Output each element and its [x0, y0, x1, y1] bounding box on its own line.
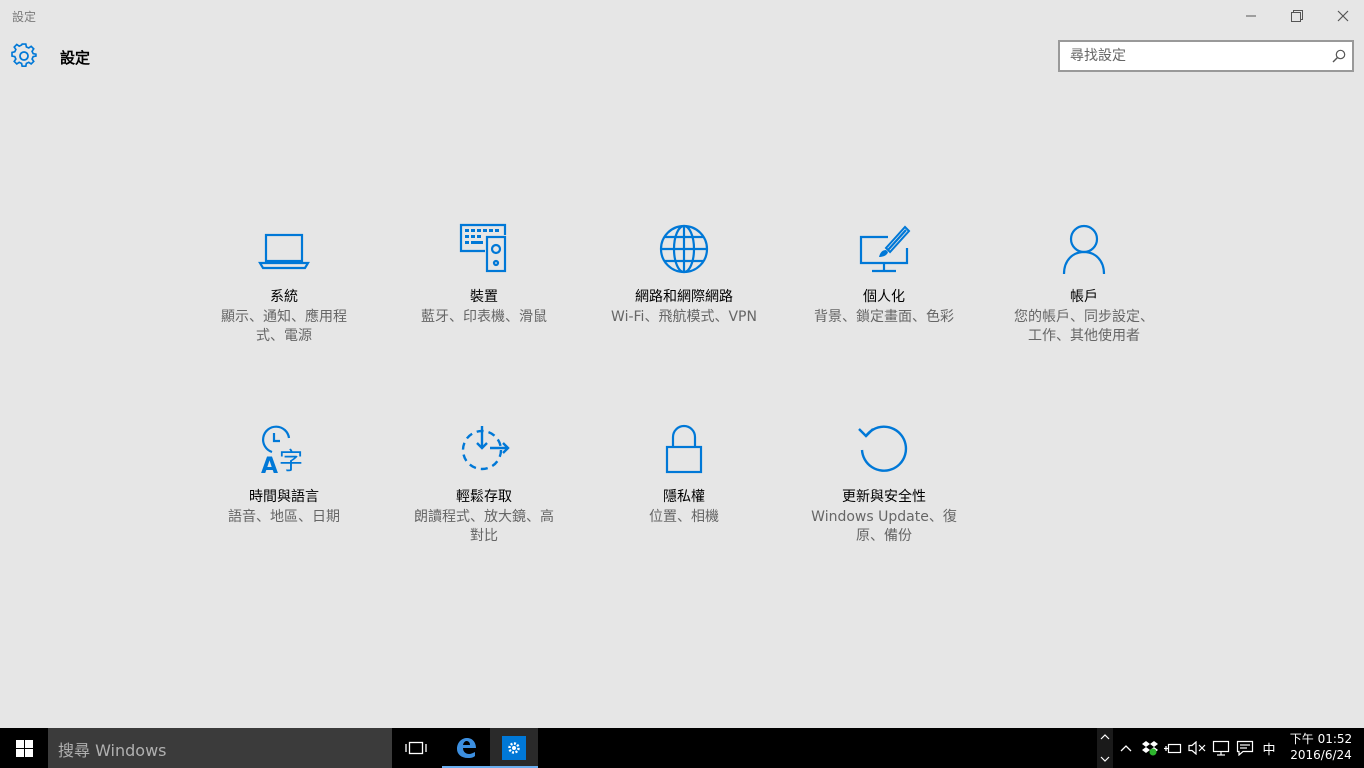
ime-indicator[interactable]: 中 — [1259, 738, 1279, 758]
globe-icon — [659, 224, 709, 274]
page-title: 設定 — [60, 49, 91, 67]
search-input[interactable] — [1060, 42, 1330, 70]
scroll-down-icon[interactable] — [1097, 752, 1113, 766]
tile-title: 裝置 — [470, 289, 498, 305]
show-hidden-icons-button[interactable] — [1116, 738, 1136, 758]
dropbox-icon — [1142, 741, 1158, 756]
tile-title: 輕鬆存取 — [456, 489, 512, 505]
close-icon — [1337, 10, 1349, 22]
volume-muted-icon — [1188, 741, 1206, 755]
network-tray-button[interactable] — [1211, 738, 1231, 758]
volume-tray-button[interactable] — [1187, 738, 1207, 758]
settings-app-tile — [502, 736, 526, 760]
svg-text:字: 字 — [279, 447, 303, 475]
person-icon — [1062, 224, 1106, 275]
window-title: 設定 — [12, 10, 37, 24]
tile-description-line: Windows Update、復 — [811, 509, 957, 525]
tile-devices[interactable]: 裝置 藍牙、印表機、滑鼠 — [394, 222, 574, 327]
devices-icon — [459, 223, 507, 273]
tile-ease-of-access[interactable]: 輕鬆存取 朗讀程式、放大鏡、高 對比 — [394, 422, 574, 546]
restore-button[interactable] — [1274, 0, 1320, 32]
tile-description-line: 式、電源 — [256, 328, 312, 344]
task-view-icon — [405, 741, 427, 755]
title-bar: 設定 — [0, 0, 1364, 32]
close-button[interactable] — [1320, 0, 1364, 32]
clock-date: 2016/6/24 — [1290, 748, 1352, 762]
action-center-button[interactable] — [1235, 738, 1255, 758]
time-language-icon: A 字 — [261, 425, 303, 478]
dropbox-tray-button[interactable] — [1140, 738, 1160, 758]
restore-icon — [1291, 10, 1303, 22]
taskbar-search[interactable]: 搜尋 Windows — [48, 728, 392, 768]
clock[interactable]: 下午 01:52 2016/6/24 — [1286, 731, 1356, 763]
edge-icon — [457, 738, 476, 758]
clock-time: 下午 01:52 — [1289, 732, 1353, 746]
tile-title: 更新與安全性 — [842, 489, 926, 505]
tile-description-line: 語音、地區、日期 — [228, 509, 340, 525]
tile-description-line: 原、備份 — [856, 528, 912, 544]
scroll-up-icon[interactable] — [1097, 730, 1113, 744]
update-icon — [858, 425, 908, 472]
personalization-icon — [859, 225, 911, 273]
tile-title: 系統 — [270, 289, 298, 305]
tile-description-line: Wi-Fi、飛航模式、VPN — [611, 309, 757, 325]
tile-description-line: 藍牙、印表機、滑鼠 — [421, 309, 547, 325]
tile-title: 帳戶 — [1070, 289, 1098, 305]
taskbar: 搜尋 Windows 中 下午 01:52 2016/6/24 — [0, 728, 1364, 768]
tray-scroll[interactable] — [1097, 728, 1113, 768]
tile-description-line: 對比 — [470, 528, 498, 544]
edge-button[interactable] — [442, 728, 490, 768]
power-tray-button[interactable] — [1163, 738, 1183, 758]
settings-search[interactable] — [1058, 40, 1354, 72]
tile-title: 時間與語言 — [249, 489, 319, 505]
tile-title: 網路和網際網路 — [635, 289, 733, 305]
tile-description-line: 朗讀程式、放大鏡、高 — [414, 509, 554, 525]
battery-plug-icon — [1164, 743, 1182, 754]
app-header: 設定 — [0, 36, 600, 76]
tile-personalization[interactable]: 個人化 背景、鎖定畫面、色彩 — [794, 222, 974, 327]
gear-icon — [508, 742, 520, 754]
tile-description-line: 背景、鎖定畫面、色彩 — [814, 309, 954, 325]
tile-title: 隱私權 — [663, 489, 705, 505]
settings-taskbar-button[interactable] — [490, 728, 538, 768]
tile-description-line: 顯示、通知、應用程 — [221, 309, 347, 325]
ease-of-access-icon — [461, 426, 510, 471]
tile-system[interactable]: 系統 顯示、通知、應用程 式、電源 — [194, 222, 374, 346]
chevron-up-icon — [1120, 745, 1132, 752]
laptop-icon — [258, 233, 310, 270]
taskbar-search-placeholder: 搜尋 Windows — [58, 741, 167, 760]
tile-description-line: 位置、相機 — [649, 509, 719, 525]
gear-icon — [11, 43, 37, 68]
network-icon — [1212, 740, 1230, 756]
tile-description-line: 您的帳戶、同步設定、 — [1014, 309, 1154, 325]
svg-text:A: A — [261, 454, 278, 478]
tile-time-language[interactable]: A 字 時間與語言 語音、地區、日期 — [194, 422, 374, 527]
tile-update-security[interactable]: 更新與安全性 Windows Update、復 原、備份 — [794, 422, 974, 546]
windows-logo-icon — [15, 739, 33, 757]
tile-privacy[interactable]: 隱私權 位置、相機 — [594, 422, 774, 527]
minimize-button[interactable] — [1228, 0, 1274, 32]
search-icon[interactable] — [1332, 49, 1346, 63]
tile-accounts[interactable]: 帳戶 您的帳戶、同步設定、 工作、其他使用者 — [994, 222, 1174, 346]
message-icon — [1236, 740, 1254, 756]
start-button[interactable] — [0, 728, 48, 768]
tile-description-line: 工作、其他使用者 — [1028, 328, 1140, 344]
lock-icon — [665, 424, 703, 474]
minimize-icon — [1246, 15, 1256, 17]
tile-title: 個人化 — [863, 289, 905, 305]
task-view-button[interactable] — [392, 728, 440, 768]
tile-network[interactable]: 網路和網際網路 Wi-Fi、飛航模式、VPN — [594, 222, 774, 327]
